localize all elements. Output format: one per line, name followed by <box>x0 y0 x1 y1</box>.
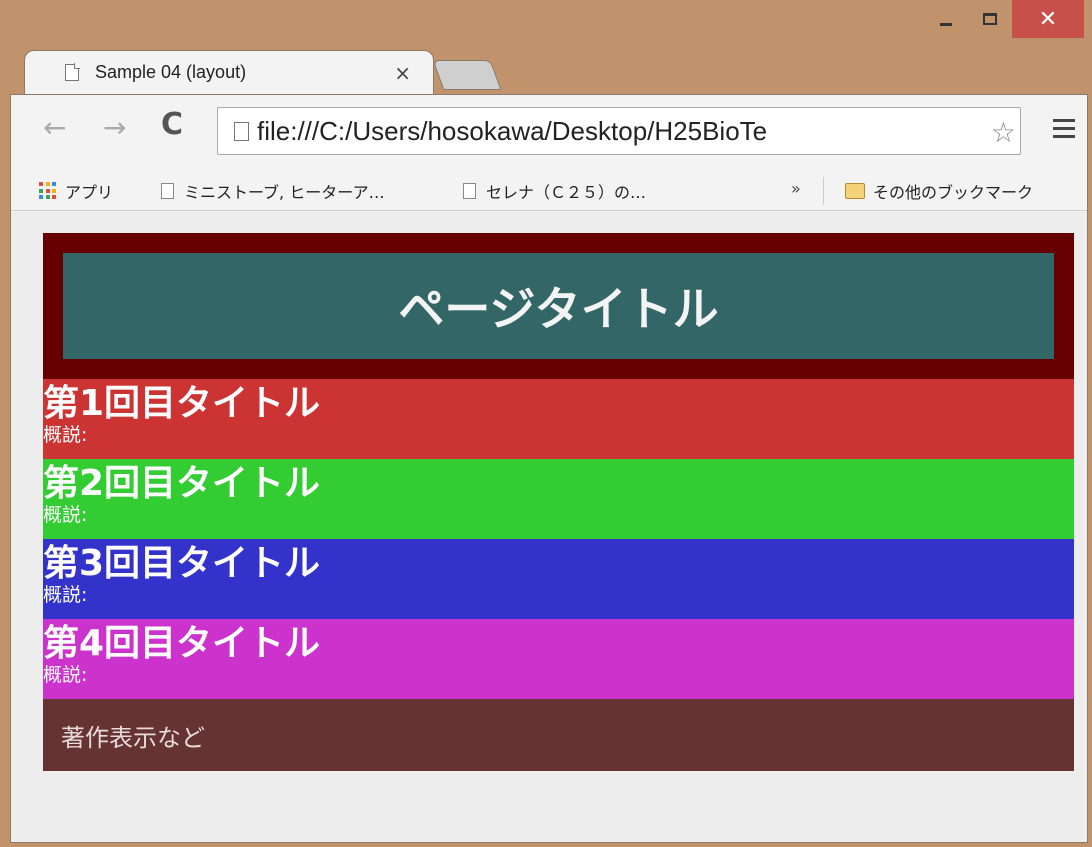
url-text[interactable]: file:///C:/Users/hosokawa/Desktop/H25Bio… <box>257 116 767 147</box>
window-controls: ✕ <box>924 0 1084 38</box>
reload-icon[interactable]: C <box>161 107 183 142</box>
page-icon <box>161 183 174 199</box>
bookmark-label: セレナ（Ｃ２５）の… <box>486 183 647 202</box>
address-bar[interactable]: file:///C:/Users/hosokawa/Desktop/H25Bio… <box>217 107 1021 155</box>
page-header: ページタイトル <box>43 233 1074 379</box>
tab-sample-04[interactable]: Sample 04 (layout) × <box>24 50 434 94</box>
page-content: ページタイトル 第1回目タイトル 概説: 第2回目タイトル 概説: 第3回目タイ… <box>43 233 1074 771</box>
section-title: 第2回目タイトル <box>43 463 321 504</box>
bookmark-label: その他のブックマーク <box>873 183 1034 202</box>
page-viewport[interactable]: ページタイトル 第1回目タイトル 概説: 第2回目タイトル 概説: 第3回目タイ… <box>11 212 1087 842</box>
bookmarks-bar: アプリ ミニストーブ, ヒーターア… セレナ（Ｃ２５）の… » その他のブックマ… <box>11 171 1087 211</box>
maximize-button[interactable] <box>968 0 1012 38</box>
section-2: 第2回目タイトル 概説: <box>43 459 1074 539</box>
tab-close-icon[interactable]: × <box>394 61 411 85</box>
forward-icon[interactable]: → <box>103 111 126 144</box>
close-window-button[interactable]: ✕ <box>1012 0 1084 38</box>
page-icon <box>234 121 249 141</box>
section-title: 第4回目タイトル <box>43 623 321 664</box>
section-1: 第1回目タイトル 概説: <box>43 379 1074 459</box>
section-title: 第3回目タイトル <box>43 543 321 584</box>
close-icon: ✕ <box>1038 6 1058 32</box>
minimize-icon <box>940 22 952 26</box>
page-icon <box>463 183 476 199</box>
bookmark-label: アプリ <box>65 183 114 202</box>
tab-strip: Sample 04 (layout) × <box>24 42 624 94</box>
page-header-inner: ページタイトル <box>63 253 1054 359</box>
toolbar: ← → C file:///C:/Users/hosokawa/Desktop/… <box>11 95 1087 171</box>
browser-frame: ← → C file:///C:/Users/hosokawa/Desktop/… <box>10 94 1088 843</box>
new-tab-button[interactable] <box>432 60 502 90</box>
bookmark-label: ミニストーブ, ヒーターア… <box>184 183 385 202</box>
bookmarks-overflow-icon[interactable]: » <box>791 179 801 198</box>
bookmark-other[interactable]: その他のブックマーク <box>845 179 1033 203</box>
divider <box>823 177 824 205</box>
bookmark-star-icon[interactable]: ☆ <box>990 116 1016 149</box>
bookmark-item[interactable]: ミニストーブ, ヒーターア… <box>161 179 385 203</box>
section-desc: 概説: <box>43 424 88 446</box>
menu-icon[interactable] <box>1053 119 1075 143</box>
folder-icon <box>845 183 865 199</box>
bookmark-item[interactable]: セレナ（Ｃ２５）の… <box>463 179 646 203</box>
page-icon <box>65 63 80 81</box>
section-desc: 概説: <box>43 584 88 606</box>
page-footer: 著作表示など <box>43 699 1074 771</box>
back-icon[interactable]: ← <box>43 111 66 144</box>
apps-grid-icon <box>39 182 57 200</box>
maximize-icon <box>983 13 997 25</box>
minimize-button[interactable] <box>924 0 968 38</box>
footer-text: 著作表示など <box>61 723 205 752</box>
bookmark-apps[interactable]: アプリ <box>39 179 113 203</box>
section-3: 第3回目タイトル 概説: <box>43 539 1074 619</box>
section-4: 第4回目タイトル 概説: <box>43 619 1074 699</box>
page-title: ページタイトル <box>398 282 719 336</box>
section-desc: 概説: <box>43 664 88 686</box>
section-title: 第1回目タイトル <box>43 383 321 424</box>
section-desc: 概説: <box>43 504 88 526</box>
tab-title: Sample 04 (layout) <box>95 62 247 82</box>
